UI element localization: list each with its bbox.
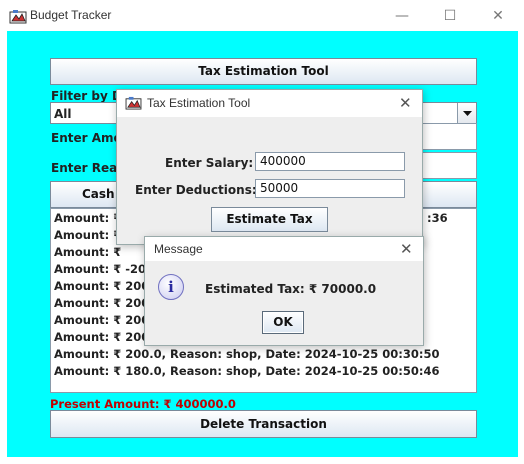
tax-dialog-close-icon[interactable]: ✕ [399,94,412,112]
message-text: Estimated Tax: ₹ 70000.0 [205,282,377,296]
estimate-tax-button[interactable]: Estimate Tax [211,207,328,232]
list-item-time-tail: :36 [427,211,448,225]
list-item[interactable]: Amount: ₹ 200. [54,279,154,293]
list-item[interactable]: Amount: ₹ -20 [54,262,146,276]
filter-selected-value: All [54,107,72,121]
list-item[interactable]: Amount: ₹ 200.0, Reason: shop, Date: 202… [54,347,439,361]
list-item[interactable]: Amount: ₹ 2000 [54,330,157,344]
chevron-down-icon[interactable] [457,103,476,123]
action-button[interactable] [420,181,477,208]
ok-button[interactable]: OK [262,311,304,334]
window-bottom-edge [0,457,524,464]
message-dialog-title: Message [154,242,203,256]
budget-app-icon [9,10,27,24]
list-item[interactable]: Amount: ₹ 2000 [54,296,157,310]
tax-estimation-dialog: Tax Estimation Tool ✕ Enter Salary: 4000… [116,89,423,245]
salary-label: Enter Salary: [165,156,254,170]
minimize-button[interactable]: — [388,6,416,26]
budget-app-icon [125,96,142,110]
salary-input[interactable]: 400000 [255,152,405,171]
present-amount: Present Amount: ₹ 400000.0 [50,397,236,411]
list-item[interactable]: Amount: ₹ [54,211,121,225]
window-title: Budget Tracker [30,8,112,22]
reason-input[interactable] [420,152,477,179]
list-item[interactable]: Amount: ₹ [54,245,121,259]
tax-dialog-title: Tax Estimation Tool [147,96,251,110]
list-item[interactable]: Amount: ₹ [54,228,121,242]
amount-label: Enter Amo [51,131,122,145]
list-item[interactable]: Amount: ₹ 180.0, Reason: shop, Date: 202… [54,364,439,378]
tax-estimation-tool-button[interactable]: Tax Estimation Tool [50,58,477,85]
close-button[interactable]: ✕ [484,6,512,26]
amount-input[interactable] [420,123,477,150]
message-dialog-close-icon[interactable]: ✕ [400,240,413,258]
info-icon: i [158,274,184,300]
deductions-label: Enter Deductions: [135,183,257,197]
reason-label: Enter Reas [51,161,125,175]
maximize-button[interactable]: ☐ [436,6,464,26]
list-item[interactable]: Amount: ₹ 200. [54,313,154,327]
deductions-input[interactable]: 50000 [255,179,405,198]
delete-transaction-button[interactable]: Delete Transaction [50,410,477,438]
message-dialog: Message ✕ i Estimated Tax: ₹ 70000.0 OK [144,236,424,346]
